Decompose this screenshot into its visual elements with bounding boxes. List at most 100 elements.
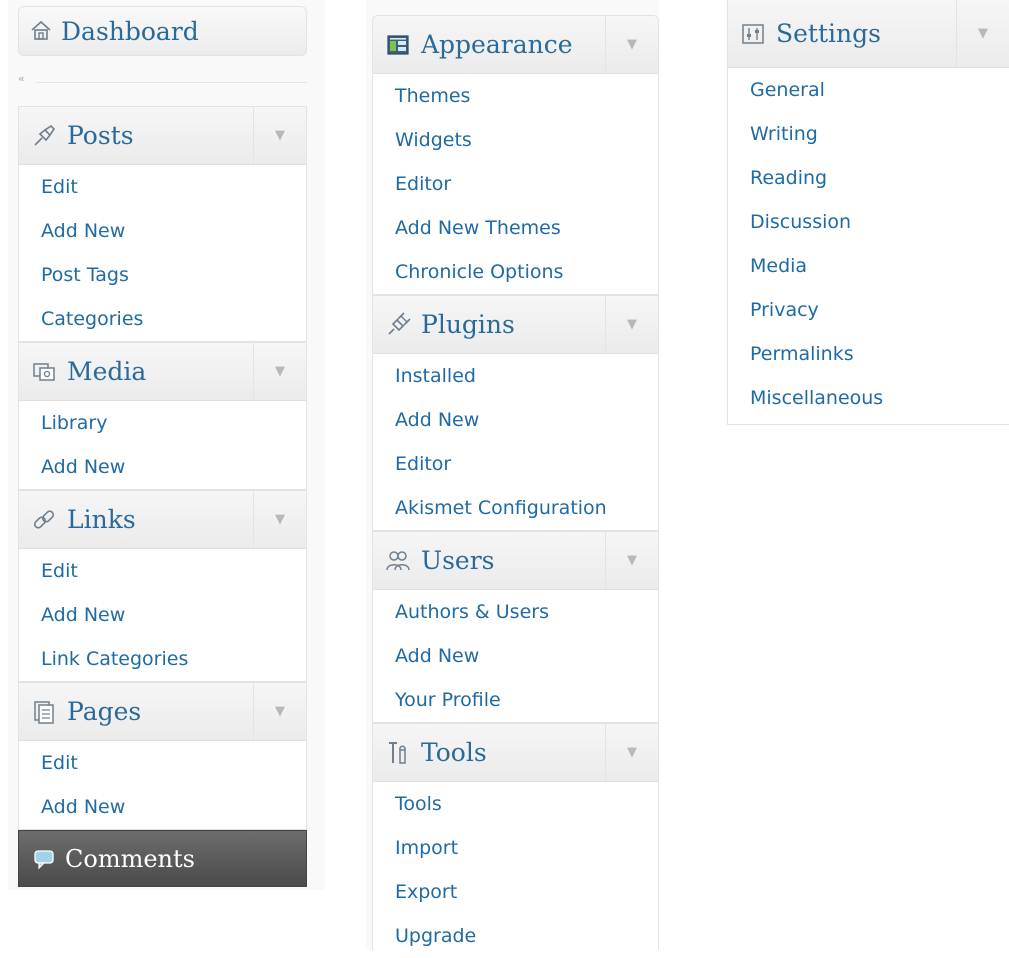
users-submenu: Authors & Users Add New Your Profile — [373, 590, 658, 722]
menu-dashboard[interactable]: Dashboard — [18, 6, 307, 56]
collapse-divider — [36, 82, 307, 83]
submenu-item-settings-general[interactable]: General — [728, 68, 1009, 112]
submenu-item-posts-post-tags[interactable]: Post Tags — [19, 253, 306, 297]
menu-media-label: Media — [67, 357, 147, 386]
menu-tools: Tools ▼ Tools Import Export Upgrade — [372, 723, 659, 950]
menu-appearance-header[interactable]: Appearance ▼ — [373, 16, 658, 74]
menu-users-label: Users — [421, 546, 495, 575]
menu-dashboard-label: Dashboard — [61, 16, 199, 46]
submenu-item-settings-privacy[interactable]: Privacy — [728, 288, 1009, 332]
submenu-item-posts-categories[interactable]: Categories — [19, 297, 306, 341]
menu-posts-toggle[interactable]: ▼ — [253, 107, 306, 164]
submenu-item-links-edit[interactable]: Edit — [19, 549, 306, 593]
submenu-item-plugins-editor[interactable]: Editor — [373, 442, 658, 486]
appearance-icon — [385, 32, 411, 58]
submenu-item-appearance-chronicle-options[interactable]: Chronicle Options — [373, 250, 658, 294]
admin-menu-column-2: Appearance ▼ Themes Widgets Editor Add N… — [366, 0, 659, 950]
menu-posts: Posts ▼ Edit Add New Post Tags Categorie… — [18, 106, 307, 342]
submenu-item-media-library[interactable]: Library — [19, 401, 306, 445]
submenu-item-appearance-add-new-themes[interactable]: Add New Themes — [373, 206, 658, 250]
media-submenu: Library Add New — [19, 401, 306, 489]
submenu-item-posts-add-new[interactable]: Add New — [19, 209, 306, 253]
submenu-item-users-add-new[interactable]: Add New — [373, 634, 658, 678]
submenu-item-settings-permalinks[interactable]: Permalinks — [728, 332, 1009, 376]
menu-media-toggle[interactable]: ▼ — [253, 343, 306, 400]
submenu-item-links-add-new[interactable]: Add New — [19, 593, 306, 637]
menu-pages-toggle[interactable]: ▼ — [253, 683, 306, 740]
submenu-item-settings-media[interactable]: Media — [728, 244, 1009, 288]
menu-links: Links ▼ Edit Add New Link Categories — [18, 490, 307, 682]
menu-comments-label: Comments — [65, 844, 195, 873]
pages-submenu: Edit Add New — [19, 741, 306, 829]
menu-users: Users ▼ Authors & Users Add New Your Pro… — [372, 531, 659, 723]
collapse-menu-row: « — [18, 72, 307, 88]
settings-icon — [740, 21, 766, 47]
submenu-item-pages-edit[interactable]: Edit — [19, 741, 306, 785]
plugins-submenu: Installed Add New Editor Akismet Configu… — [373, 354, 658, 530]
posts-submenu: Edit Add New Post Tags Categories — [19, 165, 306, 341]
users-icon — [385, 548, 411, 574]
pushpin-icon — [31, 123, 57, 149]
admin-menu-column-3: Settings ▼ General Writing Reading Discu… — [727, 0, 1009, 425]
menu-plugins: Plugins ▼ Installed Add New Editor Akism… — [372, 295, 659, 531]
admin-menu-column-1: Dashboard « Posts ▼ Edit Add New Post Ta… — [8, 0, 325, 890]
submenu-item-posts-edit[interactable]: Edit — [19, 165, 306, 209]
menu-appearance-label: Appearance — [421, 30, 573, 59]
menu-posts-label: Posts — [67, 121, 134, 150]
submenu-item-users-your-profile[interactable]: Your Profile — [373, 678, 658, 722]
menu-settings-header[interactable]: Settings ▼ — [728, 0, 1009, 68]
links-submenu: Edit Add New Link Categories — [19, 549, 306, 681]
menu-plugins-header[interactable]: Plugins ▼ — [373, 296, 658, 354]
submenu-item-settings-writing[interactable]: Writing — [728, 112, 1009, 156]
tools-submenu: Tools Import Export Upgrade — [373, 782, 658, 958]
submenu-item-plugins-akismet-configuration[interactable]: Akismet Configuration — [373, 486, 658, 530]
submenu-item-tools-upgrade[interactable]: Upgrade — [373, 914, 658, 958]
menu-links-label: Links — [67, 505, 136, 534]
menu-pages: Pages ▼ Edit Add New — [18, 682, 307, 830]
menu-links-toggle[interactable]: ▼ — [253, 491, 306, 548]
speech-bubble-icon — [31, 846, 57, 872]
menu-settings-toggle[interactable]: ▼ — [956, 0, 1009, 67]
menu-pages-header[interactable]: Pages ▼ — [19, 683, 306, 741]
tools-icon — [385, 740, 411, 766]
submenu-item-settings-miscellaneous[interactable]: Miscellaneous — [728, 376, 1009, 420]
menu-tools-toggle[interactable]: ▼ — [605, 724, 658, 781]
submenu-item-plugins-add-new[interactable]: Add New — [373, 398, 658, 442]
menu-appearance-toggle[interactable]: ▼ — [605, 16, 658, 73]
chain-link-icon — [31, 507, 57, 533]
submenu-item-appearance-editor[interactable]: Editor — [373, 162, 658, 206]
menu-plugins-toggle[interactable]: ▼ — [605, 296, 658, 353]
menu-links-header[interactable]: Links ▼ — [19, 491, 306, 549]
menu-pages-label: Pages — [67, 697, 142, 726]
collapse-menu-button[interactable]: « — [18, 72, 25, 85]
submenu-item-media-add-new[interactable]: Add New — [19, 445, 306, 489]
submenu-item-settings-discussion[interactable]: Discussion — [728, 200, 1009, 244]
submenu-item-settings-reading[interactable]: Reading — [728, 156, 1009, 200]
submenu-item-tools-export[interactable]: Export — [373, 870, 658, 914]
menu-media: Media ▼ Library Add New — [18, 342, 307, 490]
submenu-item-appearance-themes[interactable]: Themes — [373, 74, 658, 118]
menu-users-header[interactable]: Users ▼ — [373, 532, 658, 590]
submenu-item-plugins-installed[interactable]: Installed — [373, 354, 658, 398]
menu-posts-header[interactable]: Posts ▼ — [19, 107, 306, 165]
plug-icon — [385, 311, 411, 338]
submenu-item-tools-tools[interactable]: Tools — [373, 782, 658, 826]
submenu-item-links-link-categories[interactable]: Link Categories — [19, 637, 306, 681]
appearance-submenu: Themes Widgets Editor Add New Themes Chr… — [373, 74, 658, 294]
menu-users-toggle[interactable]: ▼ — [605, 532, 658, 589]
submenu-item-appearance-widgets[interactable]: Widgets — [373, 118, 658, 162]
submenu-item-pages-add-new[interactable]: Add New — [19, 785, 306, 829]
settings-submenu: General Writing Reading Discussion Media… — [728, 68, 1009, 420]
submenu-item-tools-import[interactable]: Import — [373, 826, 658, 870]
media-icon — [31, 359, 57, 385]
house-icon — [29, 19, 53, 43]
menu-plugins-label: Plugins — [421, 310, 515, 339]
menu-media-header[interactable]: Media ▼ — [19, 343, 306, 401]
pages-icon — [31, 699, 57, 725]
menu-tools-label: Tools — [421, 738, 487, 767]
menu-appearance: Appearance ▼ Themes Widgets Editor Add N… — [372, 15, 659, 295]
submenu-item-users-authors-users[interactable]: Authors & Users — [373, 590, 658, 634]
menu-comments[interactable]: Comments — [18, 830, 307, 887]
menu-tools-header[interactable]: Tools ▼ — [373, 724, 658, 782]
menu-settings-label: Settings — [776, 19, 881, 48]
